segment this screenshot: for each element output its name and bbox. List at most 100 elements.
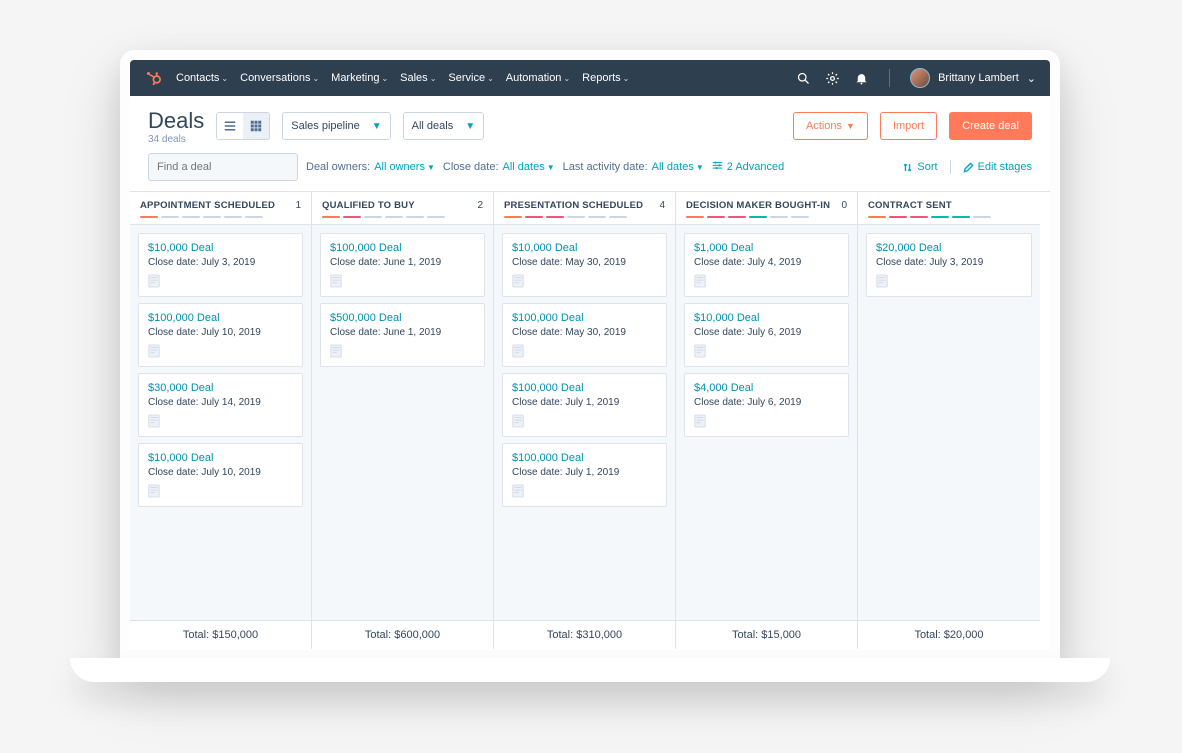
pipeline-select-label: Sales pipeline — [291, 120, 360, 132]
nav-item-conversations[interactable]: Conversations⌄ — [240, 72, 319, 84]
deal-close-date: Close date: July 10, 2019 — [148, 327, 293, 338]
deal-close-date: Close date: July 6, 2019 — [694, 327, 839, 338]
deal-card[interactable]: $4,000 DealClose date: July 6, 2019 — [684, 373, 849, 437]
deal-card[interactable]: $10,000 DealClose date: July 10, 2019 — [138, 443, 303, 507]
deal-close-date: Close date: July 1, 2019 — [512, 397, 657, 408]
filter-advanced[interactable]: 2 Advanced — [712, 160, 785, 174]
top-navigation: Contacts⌄ Conversations⌄ Marketing⌄ Sales⌄ S… — [130, 60, 1050, 96]
laptop-frame: Contacts⌄ Conversations⌄ Marketing⌄ Sales⌄ S… — [120, 50, 1060, 660]
app-screen: Contacts⌄ Conversations⌄ Marketing⌄ Sales⌄ S… — [130, 60, 1050, 650]
user-menu[interactable]: Brittany Lambert ⌄ — [910, 68, 1036, 88]
pipeline-select[interactable]: Sales pipeline ▼ — [282, 112, 390, 140]
note-icon — [512, 274, 524, 288]
filter-closedate[interactable]: Close date: All dates▼ — [443, 161, 555, 173]
deal-title: $4,000 Deal — [694, 382, 839, 394]
deal-title: $500,000 Deal — [330, 312, 475, 324]
deal-title: $100,000 Deal — [512, 452, 657, 464]
import-button[interactable]: Import — [880, 112, 937, 140]
pipeline-column: CONTRACT SENT$20,000 DealClose date: Jul… — [858, 192, 1040, 649]
pipeline-column: APPOINTMENT SCHEDULED1$10,000 DealClose … — [130, 192, 312, 649]
edit-stages-button[interactable]: Edit stages — [963, 161, 1032, 173]
column-body[interactable]: $10,000 DealClose date: July 3, 2019$100… — [130, 225, 311, 620]
deal-title: $20,000 Deal — [876, 242, 1022, 254]
deal-card[interactable]: $100,000 DealClose date: July 10, 2019 — [138, 303, 303, 367]
note-icon — [512, 344, 524, 358]
chevron-down-icon: ⌄ — [430, 74, 437, 83]
column-count: 0 — [841, 200, 847, 211]
nav-item-automation[interactable]: Automation⌄ — [506, 72, 570, 84]
deal-card[interactable]: $1,000 Deal Close date: July 4, 2019 — [684, 233, 849, 297]
note-icon — [330, 274, 342, 288]
deal-card[interactable]: $20,000 Deal Close date: July 3, 2019 — [866, 233, 1032, 297]
note-icon — [512, 414, 524, 428]
chevron-down-icon: ⌄ — [1027, 72, 1036, 85]
list-view-button[interactable] — [217, 113, 243, 139]
deal-card[interactable]: $10,000 DealClose date: July 3, 2019 — [138, 233, 303, 297]
column-total: Total: $600,000 — [312, 620, 493, 649]
deal-close-date: Close date: July 14, 2019 — [148, 397, 293, 408]
filter-owners[interactable]: Deal owners: All owners▼ — [306, 161, 435, 173]
deal-card[interactable]: $100,000 DealClose date: July 1, 2019 — [502, 443, 667, 507]
column-header: DECISION MAKER BOUGHT-IN0 — [676, 192, 857, 225]
deal-close-date: Close date: July 4, 2019 — [694, 257, 839, 268]
search-input[interactable] — [148, 153, 298, 181]
chevron-down-icon: ▼ — [696, 163, 704, 172]
create-deal-button[interactable]: Create deal — [949, 112, 1032, 140]
deal-card[interactable]: $30,000 DealClose date: July 14, 2019 — [138, 373, 303, 437]
deal-card[interactable]: $100,000 DealClose date: July 1, 2019 — [502, 373, 667, 437]
filter-row: Deal owners: All owners▼ Close date: All… — [130, 153, 1050, 191]
chevron-down-icon: ⌄ — [487, 74, 494, 83]
nav-item-reports[interactable]: Reports⌄ — [582, 72, 629, 84]
deal-title: $10,000 Deal — [148, 452, 293, 464]
stage-progress — [322, 216, 483, 218]
nav-item-marketing[interactable]: Marketing⌄ — [331, 72, 388, 84]
column-body[interactable]: $10,000 DealClose date: May 30, 2019$100… — [494, 225, 675, 620]
actions-button[interactable]: Actions▼ — [793, 112, 868, 140]
note-icon — [694, 414, 706, 428]
chevron-down-icon: ▼ — [547, 163, 555, 172]
gear-icon[interactable] — [825, 71, 840, 86]
deal-card[interactable]: $100,000 DealClose date: June 1, 2019 — [320, 233, 485, 297]
chevron-down-icon: ⌄ — [312, 74, 319, 83]
chevron-down-icon: ⌄ — [563, 74, 570, 83]
column-body[interactable]: $1,000 Deal Close date: July 4, 2019 $10,0… — [676, 225, 857, 620]
deal-card[interactable]: $10,000 DealClose date: July 6, 2019 — [684, 303, 849, 367]
nav-item-sales[interactable]: Sales⌄ — [400, 72, 436, 84]
nav-divider — [889, 69, 890, 87]
scope-select[interactable]: All deals ▼ — [403, 112, 484, 140]
nav-item-contacts[interactable]: Contacts⌄ — [176, 72, 228, 84]
avatar — [910, 68, 930, 88]
deal-close-date: Close date: July 3, 2019 — [876, 257, 1022, 268]
chevron-down-icon: ▼ — [465, 121, 475, 132]
note-icon — [148, 274, 160, 288]
column-header: APPOINTMENT SCHEDULED1 — [130, 192, 311, 225]
sliders-icon — [712, 160, 723, 174]
chevron-down-icon: ▼ — [427, 163, 435, 172]
nav-item-service[interactable]: Service⌄ — [448, 72, 493, 84]
column-total: Total: $310,000 — [494, 620, 675, 649]
note-icon — [694, 274, 706, 288]
chevron-down-icon: ⌄ — [623, 74, 630, 83]
scope-select-label: All deals — [412, 120, 454, 132]
chevron-down-icon: ⌄ — [381, 74, 388, 83]
deal-card[interactable]: $500,000 Deal Close date: June 1, 2019 — [320, 303, 485, 367]
deal-title: $1,000 Deal — [694, 242, 839, 254]
deal-close-date: Close date: June 1, 2019 — [330, 327, 475, 338]
deal-close-date: Close date: June 1, 2019 — [330, 257, 475, 268]
search-input-field[interactable] — [157, 161, 299, 173]
search-icon[interactable] — [796, 71, 811, 86]
hubspot-logo-icon[interactable] — [144, 69, 162, 87]
column-title: PRESENTATION SCHEDULED — [504, 200, 643, 211]
title-block: Deals 34 deals — [148, 108, 204, 145]
sort-button[interactable]: Sort — [902, 161, 937, 173]
deal-card[interactable]: $100,000 DealClose date: May 30, 2019 — [502, 303, 667, 367]
divider — [950, 160, 951, 174]
bell-icon[interactable] — [854, 71, 869, 86]
column-body[interactable]: $100,000 DealClose date: June 1, 2019$50… — [312, 225, 493, 620]
deal-card[interactable]: $10,000 DealClose date: May 30, 2019 — [502, 233, 667, 297]
column-body[interactable]: $20,000 Deal Close date: July 3, 2019 — [858, 225, 1040, 620]
note-icon — [330, 344, 342, 358]
filter-activity[interactable]: Last activity date: All dates▼ — [563, 161, 704, 173]
pipeline-column: QUALIFIED TO BUY2$100,000 DealClose date… — [312, 192, 494, 649]
board-view-button[interactable] — [243, 113, 269, 139]
